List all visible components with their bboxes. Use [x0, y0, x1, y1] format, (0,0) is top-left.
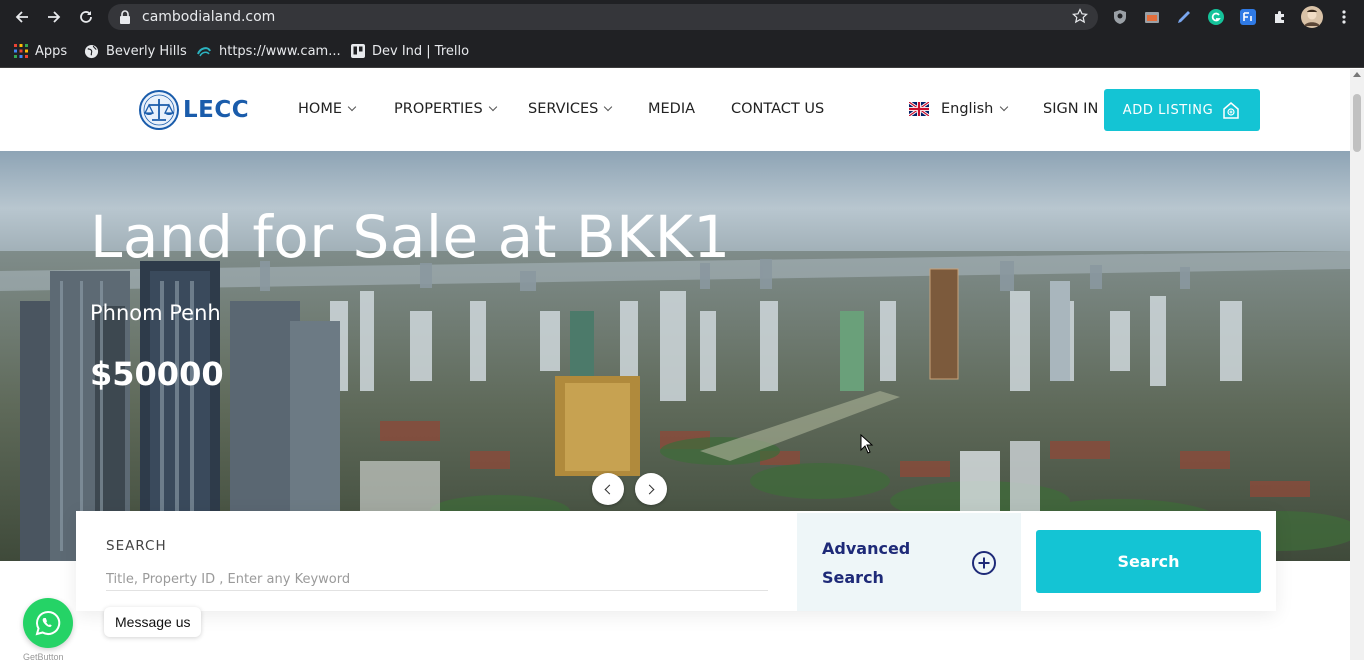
apps-grid-icon	[14, 44, 28, 58]
browser-menu-icon[interactable]	[1334, 7, 1354, 27]
page-scrollbar[interactable]	[1350, 69, 1364, 660]
chevron-down-icon	[604, 102, 613, 112]
mouse-cursor-icon	[860, 434, 874, 454]
browser-toolbar: cambodialand.com	[0, 0, 1364, 34]
bookmark-beverly-hills[interactable]: Beverly Hills	[84, 42, 187, 60]
bookmark-apps[interactable]: Apps	[14, 42, 67, 60]
nav-media[interactable]: MEDIA	[648, 101, 695, 117]
message-us-label[interactable]: Message us	[104, 607, 202, 637]
nav-services[interactable]: SERVICES	[528, 101, 613, 117]
trello-icon	[351, 44, 365, 58]
forward-arrow-icon	[48, 11, 61, 23]
scrollbar-thumb[interactable]	[1353, 94, 1361, 152]
back-arrow-icon	[15, 11, 28, 23]
reload-button[interactable]	[74, 5, 98, 29]
sign-in-link[interactable]: SIGN IN	[1043, 101, 1098, 117]
site-icon	[197, 47, 211, 57]
chevron-down-icon	[347, 102, 357, 112]
whatsapp-button[interactable]	[23, 598, 73, 648]
puzzle-extensions-icon[interactable]	[1270, 7, 1290, 27]
reload-icon	[80, 11, 92, 23]
nav-home[interactable]: HOME	[298, 101, 357, 117]
search-button[interactable]: Search	[1036, 530, 1261, 593]
chevron-left-icon	[604, 484, 615, 494]
chevron-down-icon	[1000, 102, 1009, 112]
fi-extension-icon[interactable]	[1238, 7, 1258, 27]
add-listing-button[interactable]: ADD LISTING	[1104, 89, 1260, 131]
house-plus-icon	[1223, 102, 1240, 119]
hero-price: $50000	[90, 355, 224, 393]
scales-logo-icon	[139, 90, 179, 130]
profile-avatar[interactable]	[1301, 6, 1323, 28]
whatsapp-icon	[35, 610, 61, 636]
slider-prev-button[interactable]	[592, 473, 624, 505]
bookmark-cambodia-url[interactable]: https://www.cam...	[196, 42, 341, 60]
search-panel: SEARCH Advanced Search Search	[76, 511, 1276, 611]
advanced-search-toggle[interactable]: Advanced Search	[797, 513, 1021, 611]
language-label: English	[941, 101, 994, 117]
chevron-right-icon	[644, 484, 655, 494]
back-button[interactable]	[10, 5, 34, 29]
nav-contact-us[interactable]: CONTACT US	[731, 101, 824, 117]
getbutton-credit[interactable]: GetButton	[23, 652, 64, 660]
uk-flag-icon	[909, 102, 929, 116]
grammarly-icon[interactable]	[1206, 7, 1226, 27]
nav-properties[interactable]: PROPERTIES	[394, 101, 497, 117]
shield-extension-icon[interactable]	[1110, 7, 1130, 27]
site-logo[interactable]: LECC	[138, 87, 252, 133]
address-bar[interactable]: cambodialand.com	[108, 4, 1098, 30]
logo-text: LECC	[183, 97, 250, 123]
hero-slider: Land for Sale at BKK1 Phnom Penh $50000	[0, 151, 1350, 561]
bookmark-trello[interactable]: Dev Ind | Trello	[351, 42, 469, 60]
forward-button[interactable]	[42, 5, 66, 29]
hero-title[interactable]: Land for Sale at BKK1	[90, 203, 731, 271]
globe-icon	[84, 44, 99, 58]
bookmark-star-icon[interactable]	[1072, 8, 1088, 24]
plus-circle-icon	[972, 551, 996, 575]
url-text: cambodialand.com	[142, 9, 276, 25]
scroll-up-arrow-icon[interactable]	[1353, 72, 1361, 77]
site-header: LECC HOME PROPERTIES SERVICES MEDIA CONT…	[0, 69, 1350, 151]
search-input[interactable]	[106, 569, 768, 591]
search-label: SEARCH	[106, 538, 167, 554]
chevron-down-icon	[488, 102, 497, 112]
window-extension-icon[interactable]	[1142, 7, 1162, 27]
lock-icon	[120, 10, 130, 24]
hero-location: Phnom Penh	[90, 301, 221, 325]
language-selector[interactable]: English	[909, 101, 1009, 117]
advanced-search-label: Advanced Search	[822, 539, 911, 587]
slider-next-button[interactable]	[635, 473, 667, 505]
pen-extension-icon[interactable]	[1174, 7, 1194, 27]
